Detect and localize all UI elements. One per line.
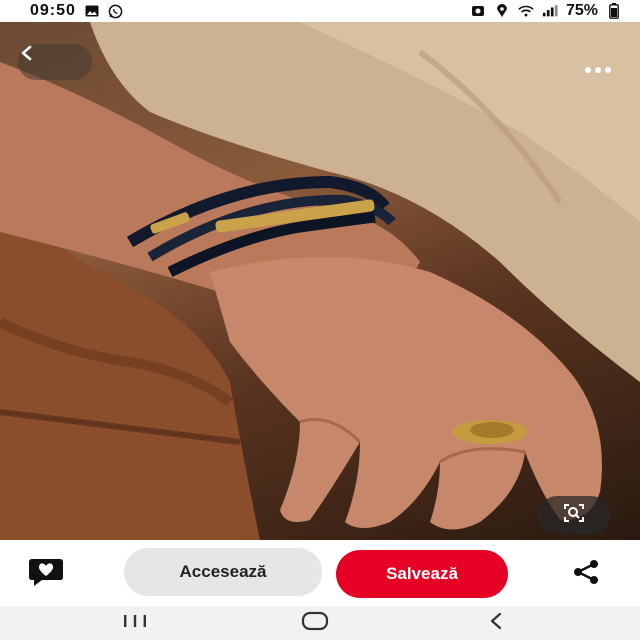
visual-search-button[interactable] <box>538 496 610 534</box>
battery-icon <box>606 3 622 19</box>
back-button[interactable] <box>18 44 92 80</box>
pin-photo-illustration <box>0 22 640 540</box>
comment-heart-icon <box>26 555 66 594</box>
visual-search-icon <box>562 501 586 530</box>
save-button[interactable]: Salvează <box>336 550 508 598</box>
signal-icon <box>542 3 558 19</box>
back-icon <box>488 611 504 636</box>
home-icon <box>301 611 329 636</box>
home-button[interactable] <box>298 611 332 636</box>
whatsapp-icon <box>108 3 124 19</box>
wifi-icon <box>518 3 534 19</box>
share-icon <box>571 557 601 592</box>
battery-level: 75% <box>565 2 598 19</box>
more-options-button[interactable] <box>578 60 618 80</box>
comment-button[interactable] <box>24 554 68 594</box>
status-time: 09:50 <box>30 2 76 19</box>
share-button[interactable] <box>566 554 606 594</box>
navigation-bar <box>0 606 640 640</box>
status-right: 75% <box>470 2 622 20</box>
system-back-button[interactable] <box>482 612 510 634</box>
access-button[interactable]: Accesează <box>124 548 322 596</box>
save-button-label: Salvează <box>386 564 458 583</box>
screenshot-icon <box>470 3 486 19</box>
recent-apps-icon <box>121 613 149 634</box>
more-dot <box>605 67 611 73</box>
gallery-icon <box>84 3 100 19</box>
pin-action-bar: Accesează Salvează <box>0 540 640 606</box>
more-dot <box>585 67 591 73</box>
recent-apps-button[interactable] <box>118 612 152 634</box>
pin-image[interactable] <box>0 22 640 540</box>
status-bar: 09:50 75% <box>0 0 640 22</box>
more-dot <box>595 67 601 73</box>
location-icon <box>494 3 510 19</box>
status-left: 09:50 <box>30 2 124 20</box>
access-button-label: Accesează <box>179 562 267 581</box>
